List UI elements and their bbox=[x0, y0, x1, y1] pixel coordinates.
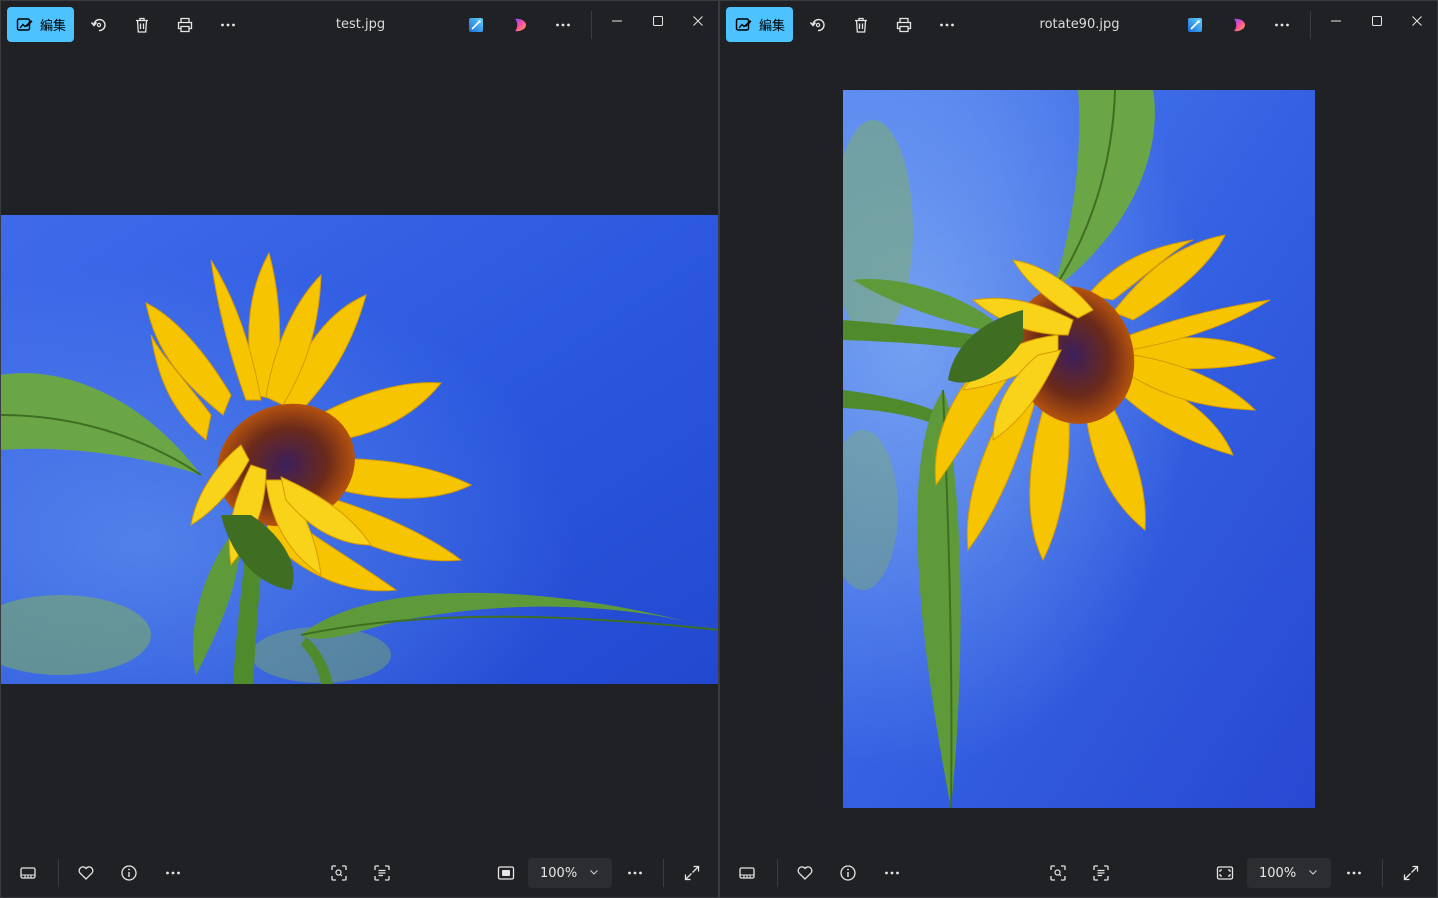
more-options-bottom-button[interactable] bbox=[157, 857, 189, 889]
image-canvas[interactable] bbox=[1, 49, 718, 849]
zoom-dropdown[interactable]: 100% bbox=[528, 858, 612, 888]
designer-icon bbox=[469, 18, 483, 32]
heart-icon bbox=[78, 866, 94, 880]
more-options-button-right[interactable] bbox=[547, 9, 579, 41]
more-options-button-right[interactable] bbox=[1266, 9, 1298, 41]
info-icon bbox=[840, 865, 856, 881]
designer-icon bbox=[1188, 18, 1202, 32]
favorite-button[interactable] bbox=[789, 857, 821, 889]
visual-search-button[interactable] bbox=[1042, 857, 1074, 889]
minimize-button[interactable] bbox=[597, 1, 637, 41]
photo-sunflower bbox=[1, 215, 718, 684]
heart-icon bbox=[797, 866, 813, 880]
divider bbox=[591, 11, 592, 39]
filmstrip-button[interactable] bbox=[12, 857, 44, 889]
text-scan-button[interactable] bbox=[1085, 857, 1117, 889]
divider bbox=[1382, 859, 1383, 887]
close-icon bbox=[693, 16, 703, 26]
divider bbox=[58, 859, 59, 887]
more-icon bbox=[628, 871, 642, 875]
info-icon bbox=[121, 865, 137, 881]
bottom-toolbar: 100% bbox=[720, 849, 1437, 897]
visual-search-icon bbox=[1050, 865, 1066, 881]
fullscreen-button[interactable] bbox=[1395, 857, 1427, 889]
more-options-bottom-button[interactable] bbox=[876, 857, 908, 889]
minimize-icon bbox=[612, 20, 622, 22]
copilot-button[interactable] bbox=[504, 9, 536, 41]
filmstrip-icon bbox=[20, 867, 36, 879]
fit-to-window-icon bbox=[497, 866, 515, 880]
title-bar: 編集 test.jpg bbox=[1, 1, 718, 49]
designer-button[interactable] bbox=[1179, 9, 1211, 41]
divider bbox=[1310, 11, 1311, 39]
designer-button[interactable] bbox=[460, 9, 492, 41]
sunflower-image-rotated bbox=[843, 90, 1315, 808]
filmstrip-icon bbox=[739, 867, 755, 879]
maximize-button[interactable] bbox=[1357, 1, 1397, 41]
close-button[interactable] bbox=[678, 1, 718, 41]
more-icon bbox=[1275, 23, 1289, 27]
close-button[interactable] bbox=[1397, 1, 1437, 41]
sunflower-image bbox=[1, 215, 718, 684]
visual-search-icon bbox=[331, 865, 347, 881]
fullscreen-icon bbox=[684, 865, 700, 881]
bottom-toolbar: 100% bbox=[1, 849, 718, 897]
zoom-dropdown[interactable]: 100% bbox=[1247, 858, 1331, 888]
divider bbox=[663, 859, 664, 887]
fullscreen-button[interactable] bbox=[676, 857, 708, 889]
copilot-button[interactable] bbox=[1223, 9, 1255, 41]
photos-window-left: 編集 test.jpg 100% bbox=[0, 0, 719, 898]
maximize-button[interactable] bbox=[638, 1, 678, 41]
visual-search-button[interactable] bbox=[323, 857, 355, 889]
zoom-value: 100% bbox=[1259, 865, 1297, 881]
more-icon bbox=[166, 871, 180, 875]
more-icon bbox=[556, 23, 570, 27]
more-options-zoom-button[interactable] bbox=[619, 857, 651, 889]
photos-window-right: 編集 rotate90.jpg 100% bbox=[719, 0, 1438, 898]
more-options-zoom-button[interactable] bbox=[1338, 857, 1370, 889]
minimize-icon bbox=[1331, 20, 1341, 22]
fit-to-window-icon bbox=[1216, 866, 1234, 880]
text-scan-icon bbox=[374, 865, 390, 881]
copilot-icon bbox=[515, 18, 526, 32]
fit-to-window-button[interactable] bbox=[1209, 857, 1241, 889]
minimize-button[interactable] bbox=[1316, 1, 1356, 41]
chevron-down-icon bbox=[590, 870, 598, 875]
fullscreen-icon bbox=[1403, 865, 1419, 881]
favorite-button[interactable] bbox=[70, 857, 102, 889]
text-scan-button[interactable] bbox=[366, 857, 398, 889]
filmstrip-button[interactable] bbox=[731, 857, 763, 889]
maximize-icon bbox=[1372, 16, 1382, 26]
photo-sunflower-rotated bbox=[843, 90, 1315, 808]
text-scan-icon bbox=[1093, 865, 1109, 881]
info-button[interactable] bbox=[113, 857, 145, 889]
more-icon bbox=[885, 871, 899, 875]
divider bbox=[777, 859, 778, 887]
more-icon bbox=[1347, 871, 1361, 875]
chevron-down-icon bbox=[1309, 870, 1317, 875]
image-canvas[interactable] bbox=[720, 49, 1437, 849]
info-button[interactable] bbox=[832, 857, 864, 889]
fit-to-window-button[interactable] bbox=[490, 857, 522, 889]
zoom-value: 100% bbox=[540, 865, 578, 881]
title-bar: 編集 rotate90.jpg bbox=[720, 1, 1437, 49]
close-icon bbox=[1412, 16, 1422, 26]
copilot-icon bbox=[1234, 18, 1245, 32]
maximize-icon bbox=[653, 16, 663, 26]
